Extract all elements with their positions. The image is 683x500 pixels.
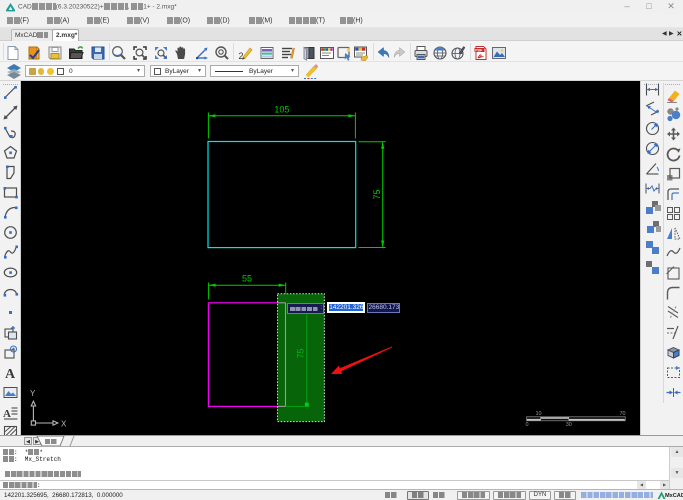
svg-text:PDF: PDF <box>475 48 483 52</box>
svg-text:55: 55 <box>242 274 252 284</box>
svg-text:X: X <box>61 420 67 429</box>
svg-text:75: 75 <box>296 348 306 358</box>
svg-text:30: 30 <box>566 422 572 428</box>
svg-text:A: A <box>5 367 16 381</box>
svg-text:2: 2 <box>239 51 244 61</box>
svg-text:105: 105 <box>274 105 289 115</box>
svg-text:A: A <box>3 408 11 420</box>
svg-text:75: 75 <box>372 189 382 199</box>
svg-text:10: 10 <box>535 411 541 417</box>
svg-text:70: 70 <box>619 411 625 417</box>
svg-text:Y: Y <box>30 389 36 398</box>
svg-text:0: 0 <box>525 422 528 428</box>
